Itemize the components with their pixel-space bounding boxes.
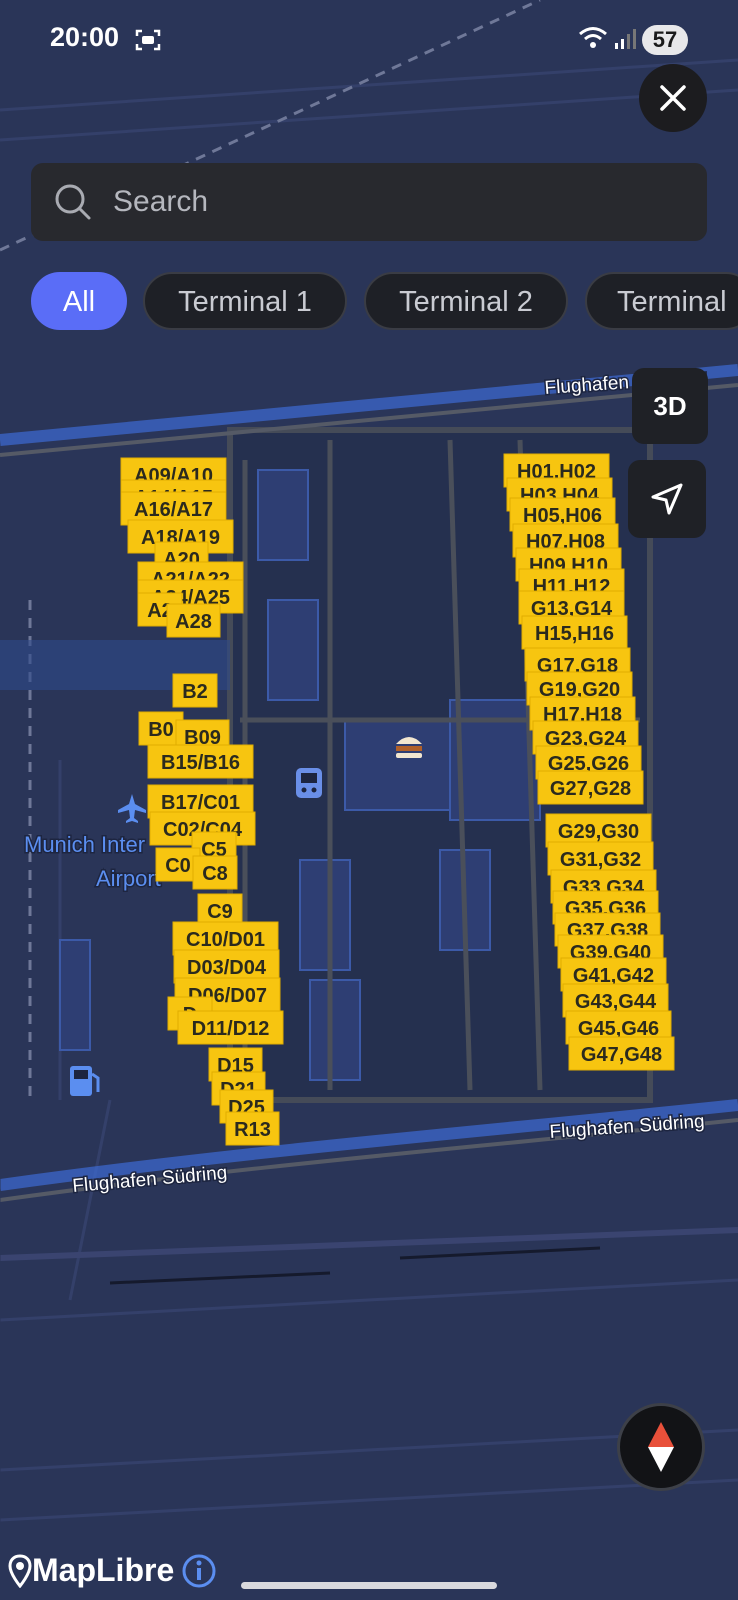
filter-chip-terminal-1[interactable]: Terminal 1: [143, 272, 347, 330]
gate-label-text: A16/A17: [134, 499, 213, 521]
gate-label-text: B17/C01: [161, 792, 240, 814]
filter-chip-terminal-3[interactable]: Terminal: [585, 272, 738, 330]
gate-label-text: B15/B16: [161, 752, 240, 774]
gate-label-text: B0: [148, 719, 174, 741]
search-icon: [55, 184, 91, 220]
gate-label[interactable]: G27,G28: [537, 770, 644, 805]
compass-icon: [648, 1422, 674, 1472]
gate-label[interactable]: C8: [192, 855, 238, 890]
close-button[interactable]: [639, 64, 707, 132]
gate-label-text: H15,H16: [535, 623, 614, 645]
gate-label-text: C0: [165, 855, 191, 877]
train-icon: [296, 768, 322, 798]
filter-chip-terminal-2[interactable]: Terminal 2: [364, 272, 568, 330]
gate-label-text: G31,G32: [560, 849, 641, 871]
search-placeholder: Search: [113, 185, 209, 218]
gate-label[interactable]: H15,H16: [521, 615, 628, 650]
gate-label-text: G47,G48: [581, 1044, 662, 1066]
gate-label-text: A28: [175, 611, 212, 633]
close-icon: [660, 85, 686, 111]
view-3d-button[interactable]: 3D: [632, 368, 708, 444]
gate-label[interactable]: R13: [225, 1111, 280, 1146]
status-bar: 20:00 57: [0, 0, 738, 80]
gate-label-text: D11/D12: [192, 1018, 270, 1040]
battery-level: 57: [642, 25, 688, 55]
gate-label-text: C8: [202, 863, 228, 885]
navigation-arrow-icon: [651, 483, 683, 515]
maplibre-brand: MapLibre: [32, 1552, 175, 1588]
gate-label[interactable]: A28: [166, 603, 221, 638]
gate-label-text: G29,G30: [558, 821, 639, 843]
gate-label-text: G27,G28: [550, 778, 631, 800]
locate-button[interactable]: [628, 460, 706, 538]
compass-button[interactable]: [617, 1403, 705, 1491]
airport-label-line2: Airport: [96, 866, 161, 891]
airport-label-line1: Munich Inter: [24, 832, 145, 857]
info-icon[interactable]: [182, 1554, 216, 1588]
gate-label-text: C10/D01: [186, 929, 265, 951]
wifi-icon: [579, 27, 607, 48]
gate-label[interactable]: B15/B16: [147, 744, 254, 779]
gate-label-text: C9: [207, 901, 233, 923]
home-indicator[interactable]: [241, 1582, 497, 1589]
status-time: 20:00: [50, 22, 120, 52]
signal-icon: [615, 29, 636, 49]
search-input[interactable]: Search: [31, 163, 707, 241]
gate-label-text: B2: [182, 681, 208, 703]
maplibre-logo: MapLibre: [8, 1552, 216, 1589]
gate-label-text: R13: [234, 1119, 271, 1141]
gate-label[interactable]: G47,G48: [568, 1036, 675, 1071]
gate-label-text: D03/D04: [187, 957, 267, 979]
gate-label[interactable]: B2: [172, 673, 218, 708]
gate-label[interactable]: D11/D12: [177, 1010, 284, 1045]
screenshot-icon: [135, 29, 161, 51]
filter-chip-all[interactable]: All: [31, 272, 127, 330]
gate-label-text: G43,G44: [575, 991, 657, 1013]
map-pin-icon: [8, 1553, 32, 1588]
